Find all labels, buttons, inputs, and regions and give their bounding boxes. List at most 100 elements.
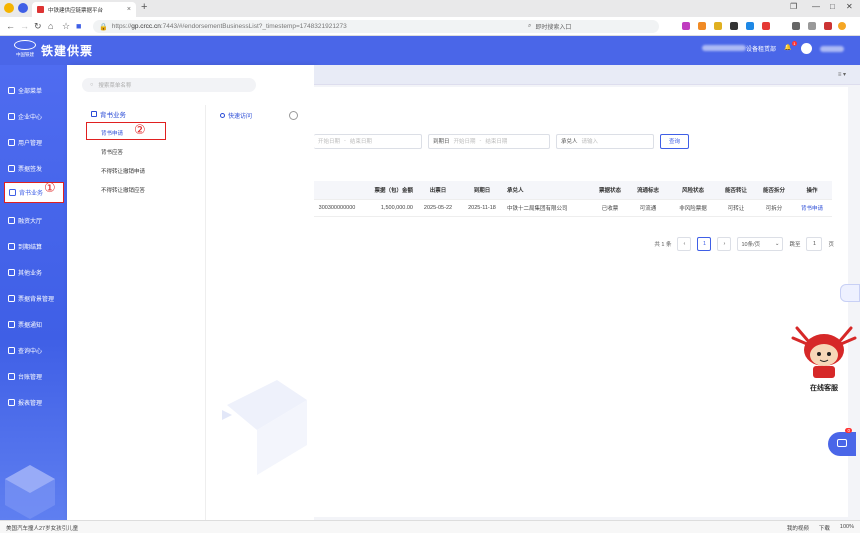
downloads-icon[interactable] (824, 22, 832, 30)
browser-search-box[interactable]: ⌕ 即时搜索入口 (528, 20, 648, 33)
goto-page-input[interactable]: 1 (806, 237, 823, 251)
cell-acceptor: 中铁十二局集团有限公司 (504, 199, 594, 217)
cell-amount: 1,500,000.00 (360, 199, 416, 217)
cell-bill-no: 300300000000 (314, 199, 360, 217)
extension-icon-1[interactable] (682, 22, 690, 30)
back-icon[interactable]: ← (6, 21, 15, 31)
side-panel-toggle[interactable] (840, 284, 860, 302)
history-icon[interactable] (808, 22, 816, 30)
chat-button[interactable]: 0 (828, 428, 856, 456)
cell-bill-status: 已收票 (594, 199, 626, 217)
menu-column: 背书业务 背书申请 背书应答 不得转让撤销申请 不得转让撤销应答 (67, 105, 206, 520)
col-circulation: 流通标志 (626, 181, 670, 200)
gear-icon[interactable] (289, 111, 298, 120)
sidebar-item-all-menu[interactable]: 全部菜单 (4, 81, 62, 99)
extension-icon-6[interactable] (762, 22, 770, 30)
brand-title: 铁建供票 (41, 44, 94, 58)
total-count: 共 1 条 (654, 242, 672, 248)
home-icon[interactable]: ⌂ (48, 21, 53, 31)
table-header-row: 票据（包）金额 出票日 到期日 承兑人 票据状态 流通标志 风险状态 能否转让 … (314, 181, 832, 200)
site-favicon-icon (37, 6, 44, 13)
content-panel: 开始日期 - 结束日期 到期日 开始日期 - 结束日期 承兑人 请输入 查询 票… (314, 87, 848, 517)
browser-tab-active[interactable]: 中铁建供应链票据平台 × (32, 2, 136, 17)
search-icon: ○ (90, 82, 94, 88)
extension-icon-2[interactable] (698, 22, 706, 30)
sidebar-item-users[interactable]: 用户管理 (4, 133, 62, 151)
col-bill-no (314, 181, 360, 200)
browser-address-bar: ← → ↻ ⌂ ☆ ■ 🔒 https://gp.crcc.cn:7443/#/… (0, 17, 860, 36)
tab-close-icon[interactable]: × (127, 6, 131, 13)
page-1-button[interactable]: 1 (697, 237, 712, 251)
reload-icon[interactable]: ↻ (34, 21, 42, 32)
query-button[interactable]: 查询 (660, 133, 690, 149)
menu-link-revoke-apply[interactable]: 不得转让撤销申请 (101, 167, 145, 175)
window-restore-icon[interactable]: ❐ (790, 2, 797, 11)
sidebar: 全部菜单 企业中心 用户管理 票据签发 背书业务 融资大厅 到期结算 其他业务 … (0, 65, 67, 520)
my-videos[interactable]: 我的视频 (787, 524, 809, 532)
col-issue-date[interactable]: 出票日 (416, 181, 460, 200)
user-org: 设备租赁部 (701, 44, 776, 53)
sidebar-item-enterprise[interactable]: 企业中心 (4, 107, 62, 125)
sidebar-item-reports[interactable]: 报表管理 (4, 393, 62, 411)
next-page-button[interactable]: › (717, 237, 732, 251)
sidebar-item-financing[interactable]: 融资大厅 (4, 211, 62, 229)
building-icon (8, 112, 15, 120)
secure-lock-icon: 🔒 (99, 23, 108, 31)
goto-label: 跳至 (789, 242, 801, 248)
sidebar-item-background[interactable]: 票据背景管理 (4, 289, 62, 307)
extension-icon[interactable]: ■ (76, 21, 81, 31)
user-name[interactable] (820, 45, 844, 52)
menu-link-revoke-reply[interactable]: 不得转让撤销应答 (101, 186, 145, 194)
extension-icon-5[interactable] (746, 22, 754, 30)
extension-icon-4[interactable] (730, 22, 738, 30)
tab-strip-menu-icon[interactable]: ≡ ▾ (838, 71, 846, 78)
page-size-select[interactable]: 10条/页 ⌄ (737, 237, 784, 251)
sidebar-item-settlement[interactable]: 到期结算 (4, 237, 62, 255)
browser-tab-bar: 中铁建供应链票据平台 × + ❐ — □ ✕ (0, 0, 860, 17)
window-maximize-icon[interactable]: □ (830, 2, 835, 11)
menu-search-input[interactable]: ○ 搜索菜单名称 (82, 78, 256, 92)
sidebar-item-query[interactable]: 查询中心 (4, 341, 62, 359)
col-due-date[interactable]: 到期日 (460, 181, 504, 200)
sidebar-item-notice[interactable]: 票据通知 (4, 315, 62, 333)
zoom-level[interactable]: 100% (840, 524, 854, 532)
finance-icon (8, 216, 15, 224)
window-close-icon[interactable]: ✕ (846, 2, 853, 11)
profile-icon[interactable] (838, 22, 846, 30)
news-ticker[interactable]: 美国汽车撞人27岁女孩引儿童 (6, 524, 78, 532)
new-tab-button[interactable]: + (141, 1, 147, 13)
endorse-apply-link[interactable]: 背书申请 (792, 199, 832, 217)
col-amount[interactable]: 票据（包）金额 (360, 181, 416, 200)
col-bill-status: 票据状态 (594, 181, 626, 200)
report-icon (8, 398, 15, 406)
favorite-star-icon[interactable]: ☆ (62, 21, 70, 32)
main-content: ≡ ▾ 开始日期 - 结束日期 到期日 开始日期 - 结束日期 承兑人 请输入 … (314, 65, 860, 520)
forward-icon[interactable]: → (20, 21, 29, 31)
window-minimize-icon[interactable]: — (812, 2, 820, 11)
sidebar-item-ledger[interactable]: 台账管理 (4, 367, 62, 385)
chevron-down-icon: ⌄ (774, 241, 780, 247)
notification-bell-icon[interactable]: 🔔 1 (784, 41, 797, 53)
customer-service-mascot[interactable]: 在线客服 (789, 320, 859, 395)
extensions-puzzle-icon[interactable] (792, 22, 800, 30)
downloads[interactable]: 下载 (819, 524, 830, 532)
issue-date-range[interactable]: 开始日期 - 结束日期 (314, 133, 422, 149)
sidebar-item-issue[interactable]: 票据签发 (4, 159, 62, 177)
status-right: 我的视频 下载 100% (787, 524, 854, 532)
browser-logo-icon[interactable] (18, 3, 28, 13)
browser-profile-icon[interactable] (4, 3, 14, 13)
flyout-decoration (222, 380, 307, 475)
extension-icon-3[interactable] (714, 22, 722, 30)
prev-page-button[interactable]: ‹ (677, 237, 692, 251)
due-date-range[interactable]: 到期日 开始日期 - 结束日期 (428, 133, 550, 149)
menu-section-title: 背书业务 (91, 109, 126, 119)
acceptor-input[interactable]: 承兑人 请输入 (556, 133, 654, 149)
col-acceptor: 承兑人 (504, 181, 594, 200)
tab-title: 中铁建供应链票据平台 (48, 7, 104, 14)
quick-access[interactable]: 快速访问 (220, 111, 252, 120)
sidebar-item-other[interactable]: 其他业务 (4, 263, 62, 281)
menu-link-endorse-reply[interactable]: 背书应答 (101, 148, 123, 156)
cell-splittable: 可拆分 (756, 199, 792, 217)
table-row: 300300000000 1,500,000.00 2025-05-22 202… (314, 199, 832, 217)
avatar[interactable] (801, 43, 812, 54)
